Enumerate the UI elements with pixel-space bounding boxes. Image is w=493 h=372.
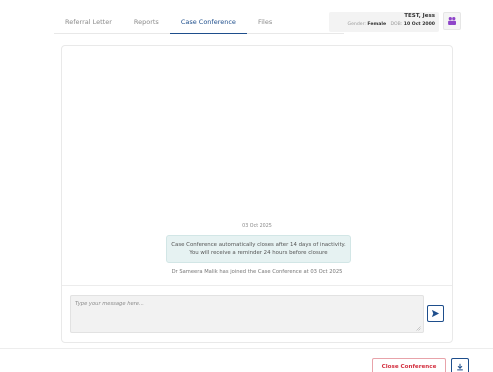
gender-label: Gender: bbox=[347, 22, 366, 27]
join-message: Dr Sameera Malik has joined the Case Con… bbox=[171, 269, 343, 275]
send-icon bbox=[431, 309, 440, 318]
tab-case-conference[interactable]: Case Conference bbox=[169, 12, 247, 34]
case-conference-page: Referral Letter Reports Case Conference … bbox=[0, 0, 493, 372]
dob-label: DOB: bbox=[390, 22, 403, 27]
resize-grip-icon[interactable] bbox=[416, 326, 421, 331]
tab-reports[interactable]: Reports bbox=[123, 12, 170, 34]
gender-value: Female bbox=[367, 22, 387, 27]
close-conference-button[interactable]: Close Conference bbox=[372, 358, 446, 372]
message-input[interactable] bbox=[70, 295, 424, 333]
tab-bar: Referral Letter Reports Case Conference … bbox=[54, 12, 344, 34]
send-button[interactable] bbox=[427, 305, 444, 322]
download-button[interactable] bbox=[451, 358, 469, 372]
chat-date: 03 Oct 2025 bbox=[242, 224, 272, 229]
system-message-line-1: Case Conference automatically closes aft… bbox=[171, 242, 346, 248]
patient-meta: Gender: Female DOB: 10 Oct 2000 bbox=[348, 22, 435, 27]
chat-panel: 03 Oct 2025 Case Conference automaticall… bbox=[61, 45, 453, 343]
divider bbox=[62, 285, 452, 286]
tab-referral-letter[interactable]: Referral Letter bbox=[54, 12, 123, 34]
footer-divider bbox=[0, 348, 493, 349]
dob-value: 10 Oct 2000 bbox=[403, 22, 435, 27]
download-icon bbox=[457, 363, 463, 371]
system-message: Case Conference automatically closes aft… bbox=[166, 235, 351, 263]
tab-files[interactable]: Files bbox=[247, 12, 283, 34]
patient-name: TEST, Jess bbox=[404, 13, 435, 19]
patient-info: TEST, Jess Gender: Female DOB: 10 Oct 20… bbox=[329, 12, 439, 32]
people-icon bbox=[448, 17, 456, 25]
patient-avatar-button[interactable] bbox=[443, 12, 461, 30]
system-message-line-2: You will receive a reminder 24 hours bef… bbox=[189, 250, 328, 256]
